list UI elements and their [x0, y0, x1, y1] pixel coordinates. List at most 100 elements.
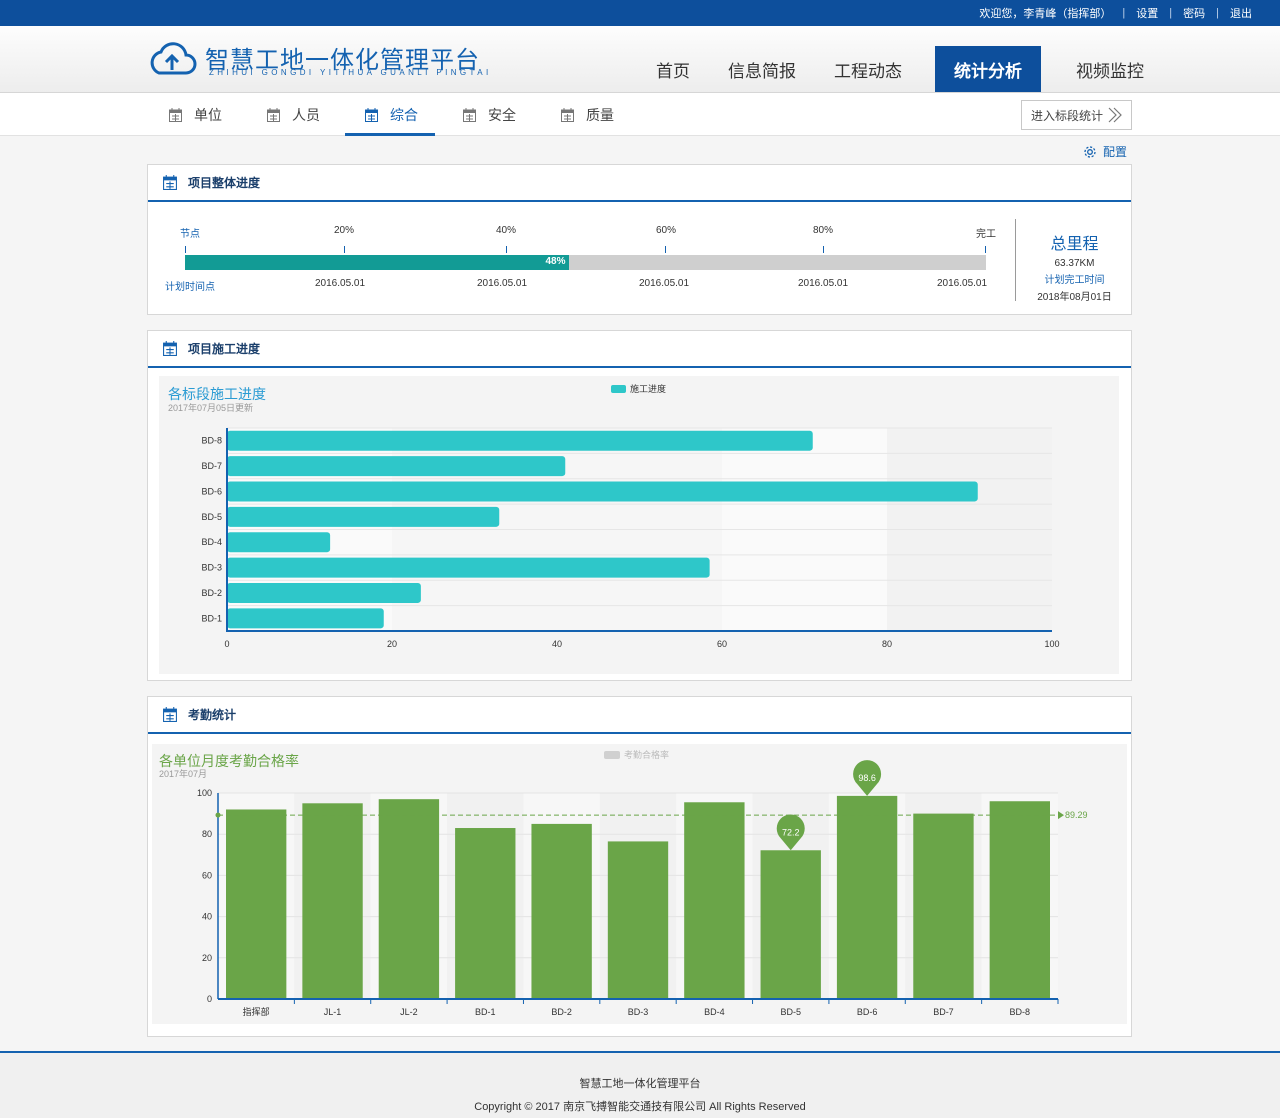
logout-link[interactable]: 退出: [1230, 5, 1252, 21]
tab-unit[interactable]: 单位: [169, 93, 222, 136]
tab-overview[interactable]: 综合: [365, 93, 418, 136]
node-label: 节点: [180, 229, 200, 240]
category-label: BD-2: [551, 1007, 572, 1017]
bar-bd-1[interactable]: [227, 608, 384, 629]
config-label: 配置: [1103, 145, 1128, 159]
tab-label: 人员: [292, 106, 320, 123]
chart-title: 各单位月度考勤合格率: [159, 753, 299, 769]
bar-bd-5[interactable]: [227, 506, 500, 527]
calendar-icon: [561, 107, 574, 122]
nav-video[interactable]: 视频监控: [1057, 46, 1163, 92]
panel-title: 项目整体进度: [188, 176, 261, 190]
bar-jl-1[interactable]: [302, 803, 363, 999]
enter-section-stats-button[interactable]: 进入标段统计: [1021, 100, 1132, 130]
tab-label: 安全: [488, 106, 516, 123]
category-label: BD-7: [201, 461, 222, 471]
progress-bar-fill: 48%: [185, 255, 570, 270]
total-mileage: 总里程 63.37KM 计划完工时间 2018年08月01日: [1016, 230, 1133, 303]
main-nav: 首页 信息简报 工程动态 统计分析 视频监控: [637, 46, 1163, 92]
nav-home[interactable]: 首页: [637, 46, 709, 92]
average-line-arrow: [1058, 811, 1064, 820]
tab-personnel[interactable]: 人员: [267, 93, 320, 136]
milestone-tick: [506, 246, 507, 253]
calendar-icon: [163, 175, 177, 190]
user-links: 欢迎您，李青峰（指挥部） | 设置 | 密码 | 退出: [979, 0, 1252, 26]
tab-label: 质量: [586, 106, 614, 123]
nav-project-news[interactable]: 工程动态: [815, 46, 921, 92]
bar-bd-6[interactable]: [227, 481, 978, 502]
construction-chart: 各标段施工进度 2017年07月05日更新 施工进度 BD-1 BD-2 BD-3 B…: [159, 376, 1119, 674]
legend-label[interactable]: 考勤合格率: [624, 749, 669, 760]
milestone-tick: [665, 246, 666, 253]
bar-指挥部[interactable]: [226, 809, 287, 999]
password-link[interactable]: 密码: [1183, 5, 1205, 21]
x-tick-label: 100: [1044, 639, 1059, 649]
bar-bd-8[interactable]: [989, 801, 1050, 999]
footer: 智慧工地一体化管理平台 Copyright © 2017 南京飞搏智能交通技有限…: [0, 1051, 1280, 1118]
milestone-tick: [985, 246, 986, 253]
milestone-label: 20%: [334, 225, 355, 236]
average-line-start: [215, 812, 221, 818]
nav-briefing[interactable]: 信息简报: [709, 46, 815, 92]
plan-date: 2016.05.01: [477, 278, 528, 289]
calendar-icon: [463, 107, 476, 122]
finish-date: 2018年08月01日: [1037, 292, 1112, 303]
bar-bd-5[interactable]: [760, 850, 821, 999]
category-label: BD-5: [780, 1007, 801, 1017]
legend-swatch[interactable]: [611, 385, 626, 393]
total-value: 63.37KM: [1054, 258, 1095, 269]
plan-date: 2016.05.01: [639, 278, 690, 289]
legend-swatch[interactable]: [604, 751, 620, 759]
panel-header: 考勤统计: [148, 697, 1131, 734]
plan-date: 2016.05.01: [315, 278, 366, 289]
bar-jl-2[interactable]: [378, 799, 440, 999]
bar-bd-3[interactable]: [227, 557, 710, 578]
category-label: BD-3: [201, 563, 222, 573]
category-label: BD-6: [201, 486, 222, 496]
calendar-icon: [163, 341, 177, 356]
tab-label: 综合: [390, 106, 418, 123]
category-label: 指挥部: [243, 1006, 270, 1017]
milestone-label: 60%: [656, 225, 677, 236]
plan-date: 2016.05.01: [937, 278, 988, 289]
category-label: BD-3: [628, 1007, 649, 1017]
category-label: BD-8: [1010, 1007, 1031, 1017]
category-label: BD-8: [201, 436, 222, 446]
y-tick-label: 80: [202, 829, 212, 839]
bar-bd-7[interactable]: [913, 813, 974, 999]
legend-label[interactable]: 施工进度: [630, 383, 666, 394]
active-tab-indicator: [345, 133, 435, 136]
footer-copyright: Copyright © 2017 南京飞搏智能交通技有限公司 All Right…: [474, 1101, 806, 1113]
bar-bd-6[interactable]: [836, 795, 898, 999]
nav-statistics[interactable]: 统计分析: [935, 46, 1041, 92]
y-tick-label: 0: [207, 994, 212, 1004]
overall-progress-panel: 项目整体进度 节点 20% 40% 60% 80% 完工 48% 计划时间点 2…: [147, 164, 1132, 315]
bar-bd-2[interactable]: [227, 582, 421, 603]
milestone-label: 40%: [496, 225, 517, 236]
separator: |: [1122, 7, 1126, 19]
chart-title: 各标段施工进度: [168, 386, 266, 402]
logo[interactable]: 智慧工地一体化管理平台 ZHIHUI GONGDI YITIHUA GUANLI…: [147, 40, 488, 84]
bar-bd-4[interactable]: [227, 532, 331, 553]
tab-safety[interactable]: 安全: [463, 93, 516, 136]
panel-title: 项目施工进度: [188, 342, 261, 356]
plan-label: 计划时间点: [165, 282, 215, 293]
config-button[interactable]: 配置: [1083, 143, 1127, 160]
tab-quality[interactable]: 质量: [561, 93, 614, 136]
bar-bd-2[interactable]: [531, 823, 592, 999]
bar-bd-8[interactable]: [227, 430, 813, 451]
category-label: BD-4: [201, 537, 222, 547]
settings-link[interactable]: 设置: [1136, 5, 1158, 21]
y-tick-label: 60: [202, 870, 212, 880]
tab-label: 单位: [194, 106, 222, 123]
calendar-icon: [163, 707, 177, 722]
x-tick-label: 40: [552, 639, 562, 649]
bar-bd-7[interactable]: [227, 456, 566, 477]
sub-nav: 单位 人员 综合 安全 质量 进入标段统计: [0, 93, 1280, 136]
bar-bd-1[interactable]: [455, 828, 516, 999]
bar-bd-3[interactable]: [607, 841, 669, 999]
bar-bd-4[interactable]: [684, 802, 745, 999]
attendance-chart: 各单位月度考勤合格率 2017年07月 考勤合格率 0 20 40 60 80 100 指挥…: [152, 744, 1127, 1024]
category-label: BD-6: [857, 1007, 878, 1017]
average-label: 89.29: [1065, 810, 1088, 820]
